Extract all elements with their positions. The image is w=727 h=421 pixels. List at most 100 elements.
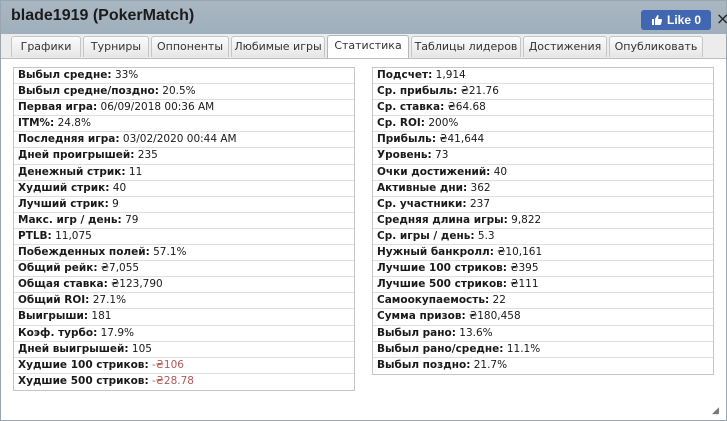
stat-value: 17.9% [100, 326, 134, 339]
stat-row: Ср. игры / день: 5.3 [373, 229, 713, 246]
stat-label: Выбыл рано: [377, 326, 456, 339]
stat-label: Прибыль: [377, 133, 437, 146]
stat-label: Худшие 100 стриков: [18, 358, 149, 371]
stat-value: ₴123,790 [111, 278, 163, 291]
thumbs-up-icon [651, 15, 663, 25]
stat-row: Выбыл рано/средне: 11.1% [373, 342, 713, 358]
stat-row: Худшие 500 стриков: -₴28.78 [14, 374, 354, 390]
stat-value: 57.1% [153, 246, 187, 259]
stat-row: Подсчет: 1,914 [373, 68, 713, 85]
stat-label: Последняя игра: [18, 133, 120, 146]
like-button-label: Like 0 [666, 13, 702, 27]
stat-value-negative: -₴28.78 [152, 374, 194, 387]
tab-favorite-games[interactable]: Любимые игры [231, 36, 325, 57]
stat-row: Общая ставка: ₴123,790 [14, 277, 354, 294]
resize-grip-icon[interactable]: ◢ [712, 406, 719, 416]
stat-label: Первая игра: [18, 101, 98, 114]
stat-row: PTLB: 11,075 [14, 229, 354, 246]
stat-label: Нужный банкролл: [377, 246, 494, 259]
stat-label: Лучшие 100 стриков: [377, 262, 507, 275]
stat-value: 21.7% [473, 358, 508, 371]
stat-row: Худшие 100 стриков: -₴106 [14, 358, 354, 374]
stat-label: Выбыл поздно: [377, 358, 471, 371]
close-icon[interactable]: × [716, 9, 727, 28]
stat-row: Ср. ставка: ₴64.68 [373, 100, 713, 117]
stat-row: Нужный банкролл: ₴10,161 [373, 245, 713, 262]
tab-label: Графики [20, 40, 72, 53]
tab-achievements[interactable]: Достижения [523, 36, 607, 57]
stat-value: 5.3 [477, 229, 495, 242]
stat-value: ₴21.76 [460, 85, 499, 98]
stat-value: ₴41,644 [439, 133, 485, 146]
stat-row: Последняя игра: 03/02/2020 00:44 AM [14, 132, 354, 149]
stat-value: 105 [131, 342, 152, 355]
stat-value: ₴395 [510, 262, 539, 275]
stat-value: 13.6% [459, 326, 493, 339]
stat-label: Лучшие 500 стриков: [377, 278, 507, 291]
stat-label: Общий рейк: [18, 262, 98, 275]
tab-statistics[interactable]: Статистика [327, 35, 409, 58]
stat-row: Выбыл рано: 13.6% [373, 326, 713, 342]
stat-value: 20.5% [162, 85, 196, 98]
stat-label: Денежный стрик: [18, 165, 126, 178]
tab-opponents[interactable]: Оппоненты [151, 36, 229, 57]
stat-label: Ср. ставка: [377, 101, 445, 114]
stat-label: Худший стрик: [18, 181, 110, 194]
stat-row: Выигрыши: 181 [14, 309, 354, 326]
stat-label: Общая ставка: [18, 278, 108, 291]
stat-label: Ср. прибыль: [377, 85, 458, 98]
tab-leaderboards[interactable]: Таблицы лидеров [411, 36, 521, 57]
stat-row: Ср. прибыль: ₴21.76 [373, 84, 713, 101]
facebook-like-button[interactable]: Like 0 [641, 10, 711, 30]
stat-row: Активные дни: 362 [373, 181, 713, 197]
stat-label: Средняя длина игры: [377, 213, 508, 226]
stat-value: 200% [428, 117, 459, 130]
window-title: blade1919 (PokerMatch) [11, 7, 195, 24]
stat-label: ITM%: [18, 117, 55, 130]
stat-label: Выбыл средне: [18, 69, 112, 81]
stat-row: ITM%: 24.8% [14, 116, 354, 133]
stat-value: 06/09/2018 00:36 AM [100, 101, 215, 114]
stat-value: 24.8% [57, 117, 91, 130]
right-stats-table: Подсчет: 1,914 Ср. прибыль: ₴21.76 Ср. с… [372, 67, 714, 375]
stat-value: 237 [469, 197, 490, 210]
stat-label: Выбыл средне/поздно: [18, 85, 159, 98]
stat-label: Дней проигрышей: [18, 149, 135, 162]
stat-label: Ср. игры / день: [377, 229, 475, 242]
stat-value: 79 [125, 213, 139, 226]
stat-row: Худший стрик: 40 [14, 181, 354, 197]
tab-label: Опубликовать [614, 40, 698, 53]
stat-row: Самоокупаемость: 22 [373, 293, 713, 310]
stat-row: Лучшие 500 стриков: ₴111 [373, 277, 713, 294]
stat-row: Средняя длина игры: 9,822 [373, 213, 713, 229]
stat-row: Ср. участники: 237 [373, 197, 713, 213]
tab-label: Таблицы лидеров [414, 40, 518, 53]
tab-label: Оппоненты [156, 40, 224, 53]
stat-value: ₴7,055 [100, 262, 140, 275]
stat-value: 9 [112, 197, 119, 210]
stat-row: Выбыл средне: 33% [14, 68, 354, 85]
stat-row: Лучшие 100 стриков: ₴395 [373, 261, 713, 278]
tab-publish[interactable]: Опубликовать [609, 36, 703, 57]
stat-value: ₴64.68 [447, 101, 486, 114]
stat-value: 22 [492, 294, 506, 307]
stat-row: Денежный стрик: 11 [14, 165, 354, 181]
left-stats-table: Выбыл средне: 33% Выбыл средне/поздно: 2… [13, 67, 355, 391]
stat-value: 362 [470, 181, 491, 194]
tab-charts[interactable]: Графики [11, 36, 81, 57]
stat-label: Выбыл рано/средне: [377, 342, 504, 355]
stat-value: 11 [128, 165, 143, 178]
stat-value: 181 [91, 310, 112, 323]
tab-tournaments[interactable]: Турниры [83, 36, 149, 57]
title-bar[interactable]: blade1919 (PokerMatch) Like 0 × [1, 1, 727, 34]
stat-row: Прибыль: ₴41,644 [373, 132, 713, 149]
stat-row: Лучший стрик: 9 [14, 197, 354, 213]
stat-value: 11.1% [506, 342, 541, 355]
stat-value-negative: -₴106 [152, 358, 184, 371]
stat-label: Самоокупаемость: [377, 294, 490, 307]
stat-value: 40 [493, 165, 508, 178]
stat-label: Уровень: [377, 149, 432, 162]
stat-label: Подсчет: [377, 69, 433, 81]
stat-row: Выбыл средне/поздно: 20.5% [14, 84, 354, 101]
stat-value: 27.1% [92, 294, 127, 307]
